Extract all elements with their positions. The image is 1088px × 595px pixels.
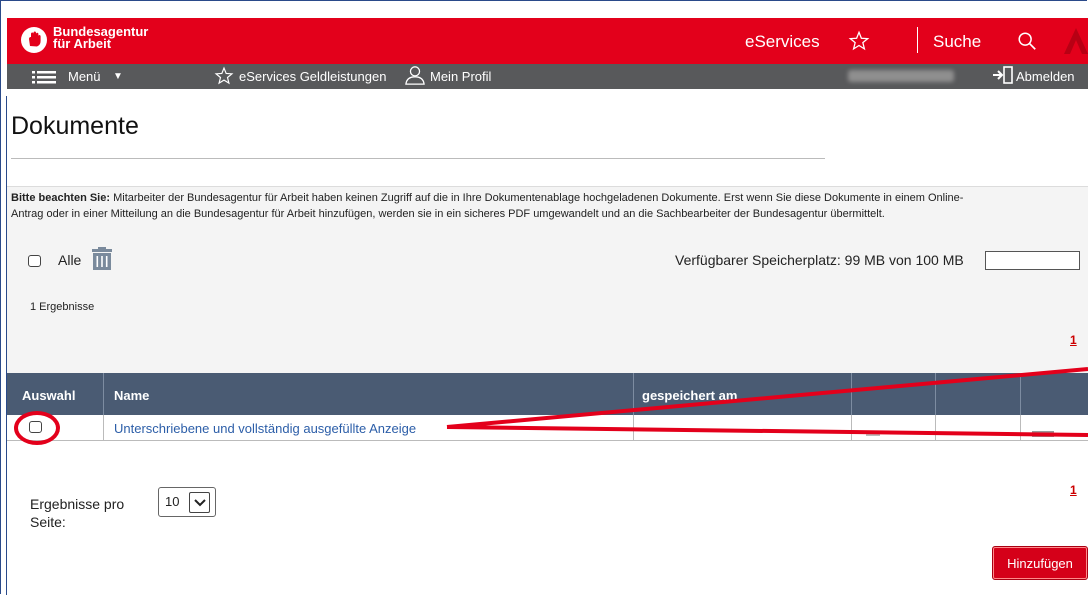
annotation-line	[446, 367, 1088, 429]
pagination-link[interactable]: 1	[1070, 483, 1077, 497]
per-page-label: Ergebnisse pro Seite:	[30, 495, 125, 531]
annotation-line	[446, 425, 1088, 437]
per-page-label-text: Ergebnisse pro Seite:	[30, 496, 125, 530]
chevron-down-icon[interactable]	[189, 492, 210, 513]
per-page-value: 10	[165, 494, 180, 509]
annotation-circle	[14, 411, 60, 445]
add-button[interactable]: Hinzufügen	[992, 546, 1088, 580]
